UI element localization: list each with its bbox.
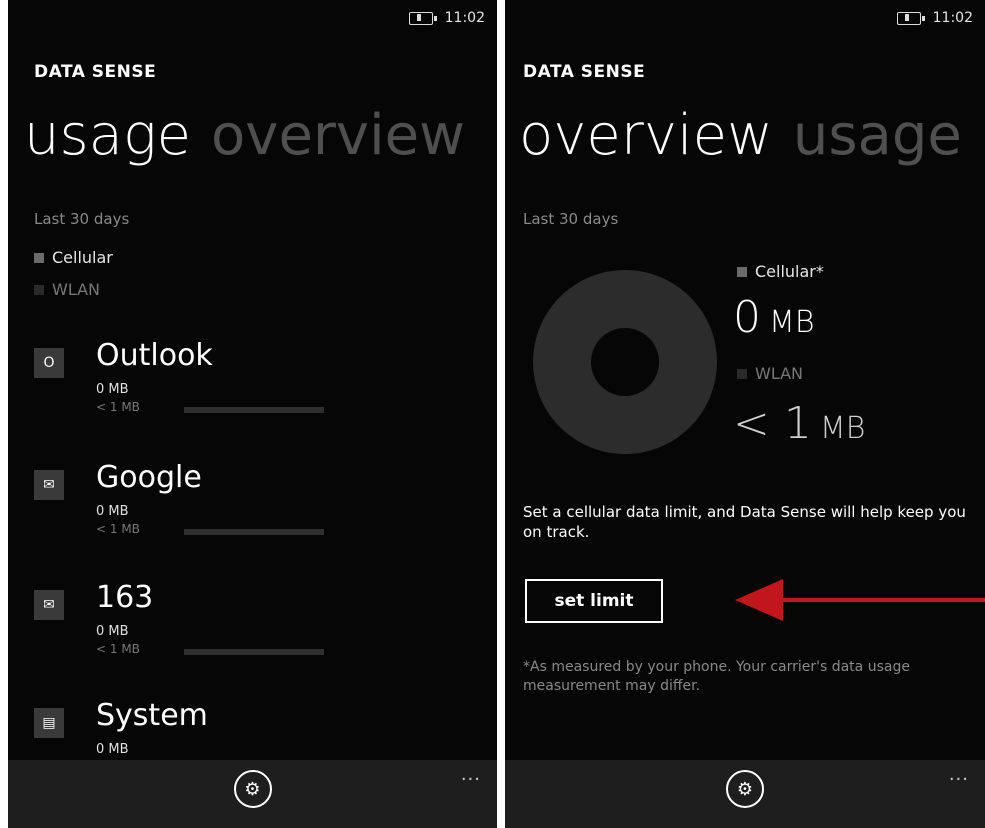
- settings-button[interactable]: ⚙: [726, 770, 764, 808]
- app-wlan-usage: < 1 MB: [96, 522, 140, 536]
- status-time: 11:02: [932, 10, 973, 26]
- legend-wlan-label: WLAN: [52, 280, 101, 299]
- app-name: Google: [96, 460, 202, 495]
- set-limit-button[interactable]: set limit: [525, 579, 663, 623]
- app-wlan-usage: < 1 MB: [96, 642, 140, 656]
- limit-message: Set a cellular data limit, and Data Sens…: [523, 503, 966, 541]
- legend-cellular: Cellular*: [737, 262, 824, 281]
- settings-button[interactable]: ⚙: [233, 770, 272, 808]
- legend-cellular-label: Cellular: [52, 248, 113, 267]
- legend-wlan: WLAN: [34, 280, 100, 299]
- app-cellular-usage: 0 MB: [96, 382, 129, 397]
- pivot-usage[interactable]: usage: [24, 103, 191, 168]
- pivot-usage[interactable]: usage: [793, 103, 962, 168]
- donut-hole: [591, 328, 659, 396]
- period-label: Last 30 days: [34, 210, 130, 228]
- app-name: System: [96, 698, 208, 733]
- arrow-head: [735, 579, 783, 621]
- pivot-header: overview usage: [519, 104, 962, 168]
- legend-cellular: Cellular: [34, 248, 113, 267]
- annotation-arrow-icon: [735, 579, 985, 621]
- gear-icon: ⚙: [244, 778, 261, 800]
- wlan-swatch: [34, 284, 44, 295]
- wlan-total: < 1 MB: [733, 398, 865, 449]
- pivot-overview[interactable]: overview: [211, 103, 465, 168]
- legend-wlan: WLAN: [737, 364, 803, 383]
- cellular-swatch: [737, 266, 747, 277]
- battery-charging-icon: [896, 11, 925, 25]
- mail-icon: ✉: [34, 590, 64, 620]
- battery-charging-icon: [408, 11, 437, 25]
- usage-bar: [184, 529, 324, 535]
- pivot-overview[interactable]: overview: [519, 103, 773, 168]
- cellular-swatch: [34, 252, 44, 263]
- system-icon: ▤: [34, 708, 64, 738]
- usage-donut-chart: [533, 270, 717, 454]
- wlan-swatch: [737, 368, 747, 379]
- app-cellular-usage: 0 MB: [96, 624, 129, 639]
- app-bar: ⚙ ...: [8, 760, 497, 828]
- cellular-unit: MB: [769, 305, 815, 340]
- gear-icon: ⚙: [736, 778, 754, 800]
- right-phone-screen: 11:02 DATA SENSE overview usage Last 30 d…: [505, 0, 985, 828]
- usage-bar: [184, 407, 324, 413]
- cellular-value: 0: [733, 292, 761, 343]
- app-cellular-usage: 0 MB: [96, 504, 129, 519]
- outlook-icon: O: [34, 348, 64, 378]
- app-cellular-usage: 0 MB: [96, 742, 129, 757]
- app-wlan-usage: < 1 MB: [96, 400, 140, 414]
- app-title: DATA SENSE: [34, 62, 157, 82]
- more-button[interactable]: ...: [461, 764, 481, 785]
- wlan-unit: MB: [819, 411, 866, 446]
- app-title: DATA SENSE: [523, 62, 646, 82]
- period-label: Last 30 days: [523, 210, 619, 228]
- legend-wlan-label: WLAN: [755, 364, 804, 383]
- more-button[interactable]: ...: [949, 764, 969, 785]
- pivot-header: usage overview: [24, 104, 465, 168]
- wlan-value: < 1: [733, 398, 812, 449]
- status-bar: 11:02: [408, 10, 485, 26]
- app-bar: ⚙ ...: [505, 760, 985, 828]
- cellular-total: 0 MB: [733, 292, 815, 343]
- status-bar: 11:02: [896, 10, 973, 26]
- app-name: Outlook: [96, 338, 213, 373]
- usage-bar: [184, 649, 324, 655]
- status-time: 11:02: [444, 10, 485, 26]
- left-phone-screen: 11:02 DATA SENSE usage overview Last 30 d…: [8, 0, 497, 828]
- legend-cellular-label: Cellular*: [755, 262, 824, 281]
- footnote: *As measured by your phone. Your carrier…: [523, 659, 910, 694]
- app-name: 163: [96, 580, 154, 615]
- mail-icon: ✉: [34, 470, 64, 500]
